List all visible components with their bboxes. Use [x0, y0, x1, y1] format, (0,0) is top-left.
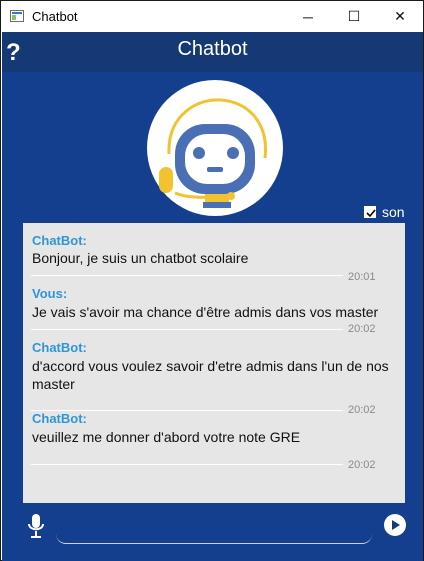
- chat-app: ? Chatbot son ChatBot: Bonjour, je suis …: [2, 32, 423, 561]
- app-window: Chatbot ─ ☐ ✕ ? Chatbot son ChatBot: Bon…: [0, 0, 424, 561]
- maximize-button[interactable]: ☐: [331, 1, 377, 32]
- close-button[interactable]: ✕: [377, 1, 423, 32]
- message-divider: [31, 464, 343, 465]
- header-bar: ? Chatbot: [2, 32, 423, 72]
- message-time: 20:02: [348, 459, 376, 471]
- robot-headset-icon: [147, 80, 283, 216]
- message-sender: ChatBot:: [32, 340, 87, 355]
- message-sender: ChatBot:: [32, 411, 87, 426]
- app-window-icon: [10, 10, 24, 22]
- message-text: Je vais s'avoir ma chance d'être admis d…: [32, 304, 379, 320]
- message-text: veuillez me donner d'abord votre note GR…: [32, 429, 301, 445]
- window-title: Chatbot: [32, 9, 78, 24]
- message-time: 20:02: [348, 323, 376, 335]
- message-divider: [31, 329, 343, 330]
- sound-toggle[interactable]: son: [364, 204, 405, 220]
- message-text: Bonjour, je suis un chatbot scolaire: [32, 250, 249, 266]
- microphone-icon[interactable]: [27, 513, 45, 539]
- message-divider: [31, 275, 343, 276]
- message-time: 20:01: [348, 271, 376, 283]
- message-sender: ChatBot:: [32, 233, 87, 248]
- message-text: d'accord vous voulez savoir d'etre admis…: [32, 358, 389, 392]
- page-title: Chatbot: [177, 38, 248, 60]
- message-input[interactable]: [56, 512, 372, 544]
- message-sender: Vous:: [32, 286, 68, 301]
- chat-history[interactable]: ChatBot: Bonjour, je suis un chatbot sco…: [23, 223, 405, 503]
- sound-label: son: [382, 204, 405, 220]
- message-time: 20:02: [348, 404, 376, 416]
- minimize-button[interactable]: ─: [285, 1, 331, 32]
- title-bar: Chatbot ─ ☐ ✕: [1, 1, 423, 32]
- sound-checkbox[interactable]: [364, 206, 376, 218]
- play-send-icon[interactable]: [384, 514, 406, 536]
